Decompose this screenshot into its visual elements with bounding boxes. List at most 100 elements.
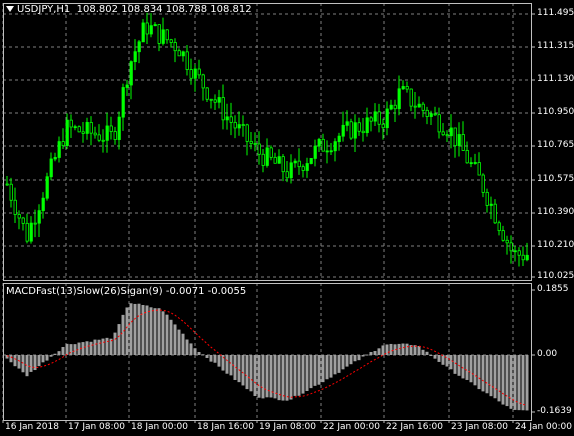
price-axis-label: 110.390 [537, 207, 574, 217]
candle-bear [9, 183, 13, 201]
candle-bull [153, 24, 157, 27]
macd-bar [425, 351, 429, 355]
candle-bear [257, 143, 261, 155]
macd-bar [113, 332, 117, 355]
macd-bar [293, 355, 297, 396]
macd-bar [381, 345, 385, 355]
macd-bar [509, 355, 513, 409]
macd-bar [269, 355, 273, 398]
candle-bull [57, 141, 61, 158]
macd-bar [265, 355, 269, 398]
candle-bull [333, 141, 337, 152]
macd-bar [301, 355, 305, 394]
macd-bar [365, 354, 369, 356]
macd-bar [141, 305, 145, 355]
macd-bar [521, 355, 525, 411]
macd-bar [105, 337, 109, 355]
macd-bar [449, 355, 453, 370]
macd-bar [29, 355, 33, 372]
macd-bar [149, 307, 153, 355]
macd-bar [249, 355, 253, 392]
macd-bar [185, 339, 189, 355]
macd-bar [305, 355, 309, 391]
macd-bar [349, 355, 353, 365]
macd-bar [121, 314, 125, 355]
candle-bear [185, 51, 189, 70]
candle-bear [157, 24, 161, 44]
candle-bull [457, 134, 461, 147]
macd-bar [489, 355, 493, 397]
macd-bar [13, 355, 17, 367]
macd-bar [93, 339, 97, 355]
candle-bear [229, 116, 233, 123]
macd-bar [473, 355, 477, 386]
macd-histogram [5, 303, 529, 411]
candle-bear [273, 156, 277, 164]
main-pane-header: USDJPY,H1 108.802 108.834 108.788 108.81… [4, 4, 252, 15]
time-axis-label: 19 Jan 08:00 [259, 422, 316, 432]
macd-bar [17, 355, 21, 369]
candle-bull [265, 147, 269, 166]
macd-bar [369, 352, 373, 355]
macd-bar [9, 355, 13, 363]
candle-bear [213, 99, 217, 103]
macd-bar [477, 355, 481, 390]
macd-bar [357, 355, 361, 361]
indicator-axis-label: -0.1639 [537, 406, 572, 416]
candle-bull [149, 25, 153, 35]
candle-bear [437, 114, 441, 133]
candle-bear [209, 98, 213, 101]
chart-canvas[interactable] [0, 0, 574, 436]
candle-bull [137, 41, 141, 53]
macd-bar [253, 355, 257, 397]
time-axis-label: 24 Jan 00:00 [515, 422, 572, 432]
candle-bull [133, 51, 137, 63]
candle-bear [405, 86, 409, 90]
candle-bear [145, 22, 149, 35]
candle-bear [33, 222, 37, 225]
macd-bar [77, 342, 81, 355]
macd-bar [205, 355, 209, 359]
macd-bar [505, 355, 509, 407]
time-axis-label: 23 Jan 08:00 [451, 422, 508, 432]
macd-bar [189, 343, 193, 355]
candle-bear [165, 29, 169, 41]
macd-bar [321, 355, 325, 383]
macd-bar [353, 355, 357, 362]
candle-bull [305, 163, 309, 171]
macd-bar [329, 355, 333, 378]
macd-bar [517, 355, 521, 411]
macd-bar [89, 341, 93, 355]
candle-bear [477, 162, 481, 176]
candle-bear [61, 141, 65, 147]
macd-bar [333, 355, 337, 375]
candle-bear [97, 134, 101, 141]
candle-bull [373, 111, 377, 122]
macd-bar [177, 329, 181, 355]
candle-bull [489, 203, 493, 206]
macd-bar [481, 355, 485, 392]
macd-bar [101, 338, 105, 355]
macd-bar [433, 355, 437, 359]
indicator-axis-label: 0.00 [537, 349, 558, 359]
candle-bear [169, 39, 173, 43]
candle-bull [397, 88, 401, 110]
macd-bar [453, 355, 457, 374]
macd-bar [161, 311, 165, 355]
price-axis-label: 111.315 [537, 41, 574, 51]
macd-bar [461, 355, 465, 379]
candle-bull [181, 51, 185, 57]
candle-bear [413, 105, 417, 108]
macd-bar [297, 355, 301, 396]
macd-bar [377, 348, 381, 355]
candle-bear [101, 139, 105, 142]
dropdown-triangle-icon[interactable] [6, 5, 14, 12]
candle-bull [365, 117, 369, 134]
macd-bar [117, 324, 121, 355]
macd-bar [493, 355, 497, 399]
macd-bar [313, 355, 317, 386]
candle-bear [89, 122, 93, 134]
candle-bear [505, 239, 509, 244]
candle-bear [497, 222, 501, 232]
chart-window[interactable]: USDJPY,H1 108.802 108.834 108.788 108.81… [0, 0, 574, 436]
